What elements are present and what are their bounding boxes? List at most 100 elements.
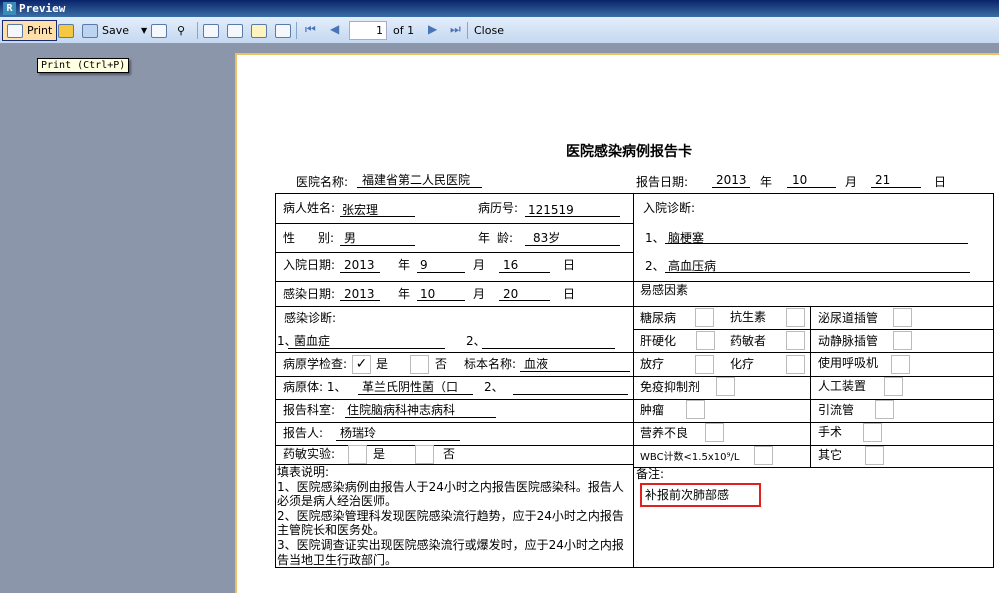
page-layout-icon: [203, 23, 219, 38]
table-border: [633, 467, 993, 468]
page-count: of 1: [393, 24, 415, 37]
risk-checkbox[interactable]: [686, 400, 705, 419]
next-page-icon[interactable]: ▶: [428, 22, 437, 36]
risk-checkbox[interactable]: [786, 308, 805, 327]
page-number-input[interactable]: 1: [349, 21, 387, 40]
path-check-label: 病原学检查:: [283, 357, 348, 371]
risk-checkbox[interactable]: [786, 331, 805, 350]
risk-checkbox[interactable]: [893, 331, 912, 350]
first-page-icon[interactable]: ⏮: [305, 22, 316, 37]
view-button[interactable]: [203, 20, 219, 41]
open-button[interactable]: [58, 20, 74, 41]
risk-checkbox[interactable]: [696, 331, 715, 350]
edit-button[interactable]: [251, 20, 267, 41]
path-check-no-checkbox[interactable]: [410, 355, 429, 374]
risk-immunosuppressant: 免疫抑制剂: [640, 380, 701, 394]
print-button[interactable]: Print: [2, 20, 58, 41]
risk-checkbox[interactable]: [891, 355, 910, 374]
print-label: Print: [27, 24, 53, 37]
chevron-down-icon: ▼: [141, 26, 148, 35]
risk-cirrhosis: 肝硬化: [640, 334, 677, 348]
month-label: 月: [845, 175, 858, 189]
close-label: Close: [474, 24, 504, 37]
admit-date-label: 入院日期:: [283, 258, 336, 272]
risk-malnutrition: 营养不良: [640, 426, 689, 440]
underline: [499, 300, 550, 301]
drug-test-no-checkbox[interactable]: [415, 445, 434, 464]
dept-value: 住院脑病科神志病科: [347, 403, 456, 417]
reporter-value: 杨瑞玲: [340, 426, 377, 440]
underline: [482, 348, 615, 349]
risk-ventilator: 使用呼吸机: [818, 356, 879, 370]
risk-checkbox[interactable]: [695, 308, 714, 327]
report-month: 10: [792, 173, 808, 187]
instructions: 填表说明: 1、医院感染病例由报告人于24小时之内报告医院感染科。报告人必须是病…: [277, 465, 624, 567]
risk-other: 其它: [818, 448, 843, 462]
table-border: [275, 352, 993, 353]
print-tooltip: Print (Ctrl+P): [37, 58, 130, 73]
underline: [340, 245, 415, 246]
page-setup-button[interactable]: [275, 20, 291, 41]
settings-button[interactable]: [227, 20, 243, 41]
risk-checkbox[interactable]: [705, 423, 724, 442]
separator: [197, 22, 198, 39]
underline: [345, 417, 496, 418]
underline: [712, 187, 750, 188]
infect-diag-1: 菌血症: [294, 334, 331, 348]
report-year: 2013: [716, 173, 747, 187]
risk-checkbox[interactable]: [754, 446, 773, 465]
drug-test-yes-checkbox[interactable]: [348, 445, 367, 464]
no-label: 否: [443, 447, 456, 461]
admit-diag-2-num: 2、: [645, 259, 665, 273]
year-label: 年: [398, 287, 411, 301]
month-label: 月: [473, 287, 486, 301]
risk-checkbox[interactable]: [716, 377, 735, 396]
underline: [665, 272, 970, 273]
close-button[interactable]: Close: [474, 20, 504, 41]
app-r-icon: R: [3, 2, 16, 15]
risk-checkbox[interactable]: [865, 446, 884, 465]
age-value: 83岁: [533, 231, 561, 245]
risk-factors-label: 易感因素: [640, 283, 689, 297]
day-label: 日: [934, 175, 947, 189]
infect-diag-2-num: 2、: [466, 334, 486, 348]
sex-label-2: 别:: [318, 231, 335, 245]
save-button[interactable]: Save ▼: [82, 20, 147, 41]
risk-drug-allergy: 药敏者: [730, 334, 767, 348]
specimen-label: 标本名称:: [464, 357, 517, 371]
printer-icon: [7, 23, 23, 38]
risk-radiotherapy: 放疗: [640, 357, 665, 371]
prev-page-icon[interactable]: ◀: [330, 22, 339, 36]
pencil-icon: [251, 23, 267, 38]
infect-diag-label: 感染诊断:: [284, 311, 337, 325]
underline: [336, 440, 460, 441]
table-border: [993, 193, 994, 568]
admit-month: 9: [420, 258, 428, 272]
risk-vascular-catheter: 动静脉插管: [818, 334, 879, 348]
risk-checkbox[interactable]: [863, 423, 882, 442]
specimen-value: 血液: [524, 357, 549, 371]
risk-checkbox[interactable]: [875, 400, 894, 419]
last-page-icon[interactable]: ⏭: [450, 22, 461, 37]
record-number: 121519: [528, 203, 574, 217]
risk-checkbox[interactable]: [893, 308, 912, 327]
risk-checkbox[interactable]: [695, 355, 714, 374]
risk-checkbox[interactable]: [786, 355, 805, 374]
risk-tumor: 肿瘤: [640, 403, 665, 417]
risk-antibiotics: 抗生素: [730, 310, 767, 324]
risk-checkbox[interactable]: [884, 377, 903, 396]
pathogen-label: 病原体: 1、: [283, 380, 347, 394]
underline: [520, 371, 630, 372]
risk-drainage: 引流管: [818, 403, 855, 417]
pathogen-2-num: 2、: [484, 380, 504, 394]
underline: [417, 272, 465, 273]
wrench-icon: [227, 23, 243, 38]
reporter-label: 报告人:: [283, 426, 324, 440]
risk-wbc-low: WBC计数<1.5x10⁹/L: [640, 452, 740, 463]
find-button[interactable]: ⚲: [177, 20, 185, 41]
email-button[interactable]: [151, 20, 167, 41]
risk-artificial-device: 人工装置: [818, 379, 867, 393]
path-check-yes-checkbox[interactable]: ✓: [352, 355, 371, 374]
year-label: 年: [398, 258, 411, 272]
yes-label: 是: [373, 447, 386, 461]
